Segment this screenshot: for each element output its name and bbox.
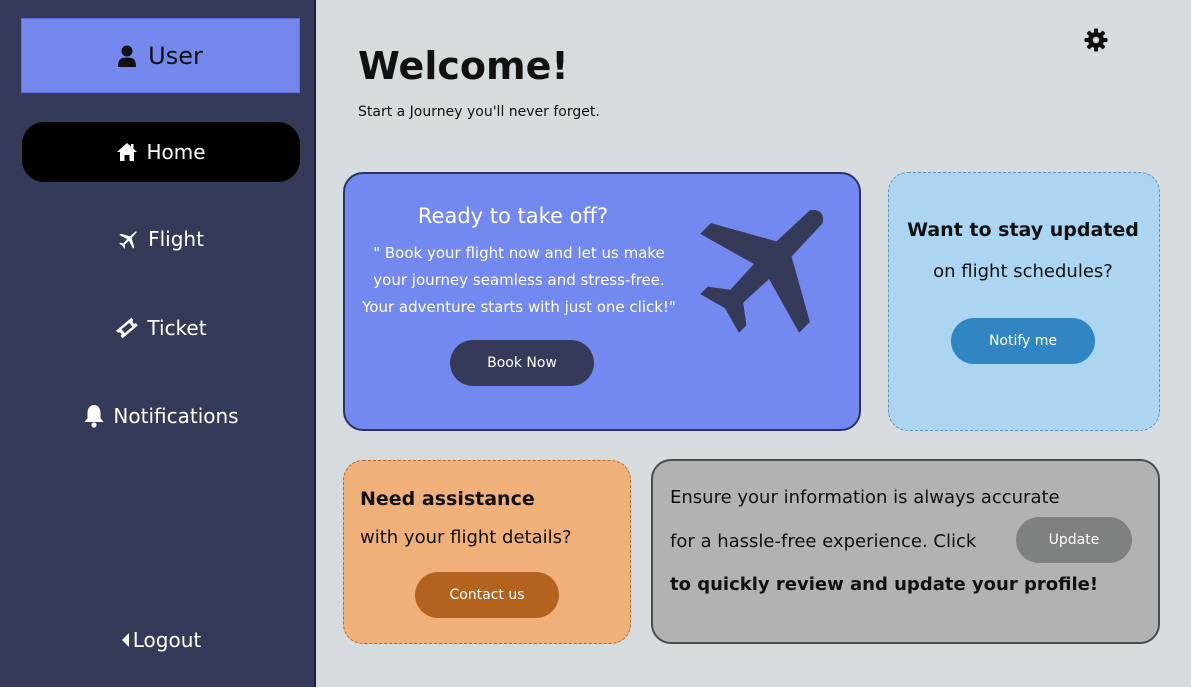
- logout-button[interactable]: Logout: [22, 610, 300, 670]
- sidebar: User Home Flight Ticket Notifications Lo…: [0, 0, 316, 687]
- quote-line: " Book your flight now and let us make: [373, 244, 665, 262]
- notify-card: Want to stay updated on flight schedules…: [888, 172, 1160, 431]
- sidebar-item-label: Home: [146, 140, 206, 164]
- book-card-quote: " Book your flight now and let us make y…: [359, 240, 679, 321]
- sidebar-item-home[interactable]: Home: [22, 122, 300, 182]
- sidebar-item-flight[interactable]: Flight: [22, 209, 300, 269]
- bell-icon: [84, 405, 104, 428]
- gear-icon[interactable]: [1084, 28, 1108, 52]
- assist-card-text: with your flight details?: [360, 527, 572, 548]
- book-now-button[interactable]: Book Now: [450, 340, 594, 386]
- ticket-icon: [116, 317, 139, 339]
- user-label: User: [148, 41, 203, 70]
- page-subtitle: Start a Journey you'll never forget.: [358, 104, 600, 120]
- home-icon: [117, 143, 138, 161]
- quote-line: your journey seamless and stress-free.: [373, 271, 665, 289]
- sidebar-item-notifications[interactable]: Notifications: [22, 386, 300, 446]
- quote-line: Your adventure starts with just one clic…: [362, 298, 676, 316]
- update-card-text: for a hassle-free experience. Click: [670, 531, 977, 552]
- airplane-icon: [700, 209, 824, 333]
- notify-card-text: on flight schedules?: [933, 261, 1113, 282]
- update-profile-card: Ensure your information is always accura…: [651, 459, 1160, 644]
- sidebar-item-ticket[interactable]: Ticket: [22, 298, 300, 358]
- assist-card-heading: Need assistance: [360, 488, 535, 510]
- assistance-card: Need assistance with your flight details…: [343, 460, 631, 644]
- notify-card-heading: Want to stay updated: [907, 219, 1139, 241]
- contact-us-button[interactable]: Contact us: [415, 572, 559, 618]
- user-icon: [118, 45, 137, 67]
- notify-me-button[interactable]: Notify me: [951, 318, 1095, 364]
- book-card-title: Ready to take off?: [417, 204, 609, 228]
- sidebar-item-label: Notifications: [113, 404, 239, 428]
- caret-left-icon: [121, 633, 129, 647]
- update-card-text: Ensure your information is always accura…: [670, 487, 1060, 508]
- update-card-emphasis: to quickly review and update your profil…: [670, 574, 1099, 595]
- user-profile-button[interactable]: User: [21, 18, 300, 93]
- plane-icon: [119, 231, 137, 249]
- sidebar-item-label: Flight: [148, 227, 204, 251]
- sidebar-item-label: Ticket: [147, 316, 207, 340]
- update-button[interactable]: Update: [1016, 517, 1132, 563]
- page-title: Welcome!: [358, 44, 569, 88]
- logout-label: Logout: [132, 628, 202, 652]
- book-flight-card: Ready to take off? " Book your flight no…: [343, 172, 861, 431]
